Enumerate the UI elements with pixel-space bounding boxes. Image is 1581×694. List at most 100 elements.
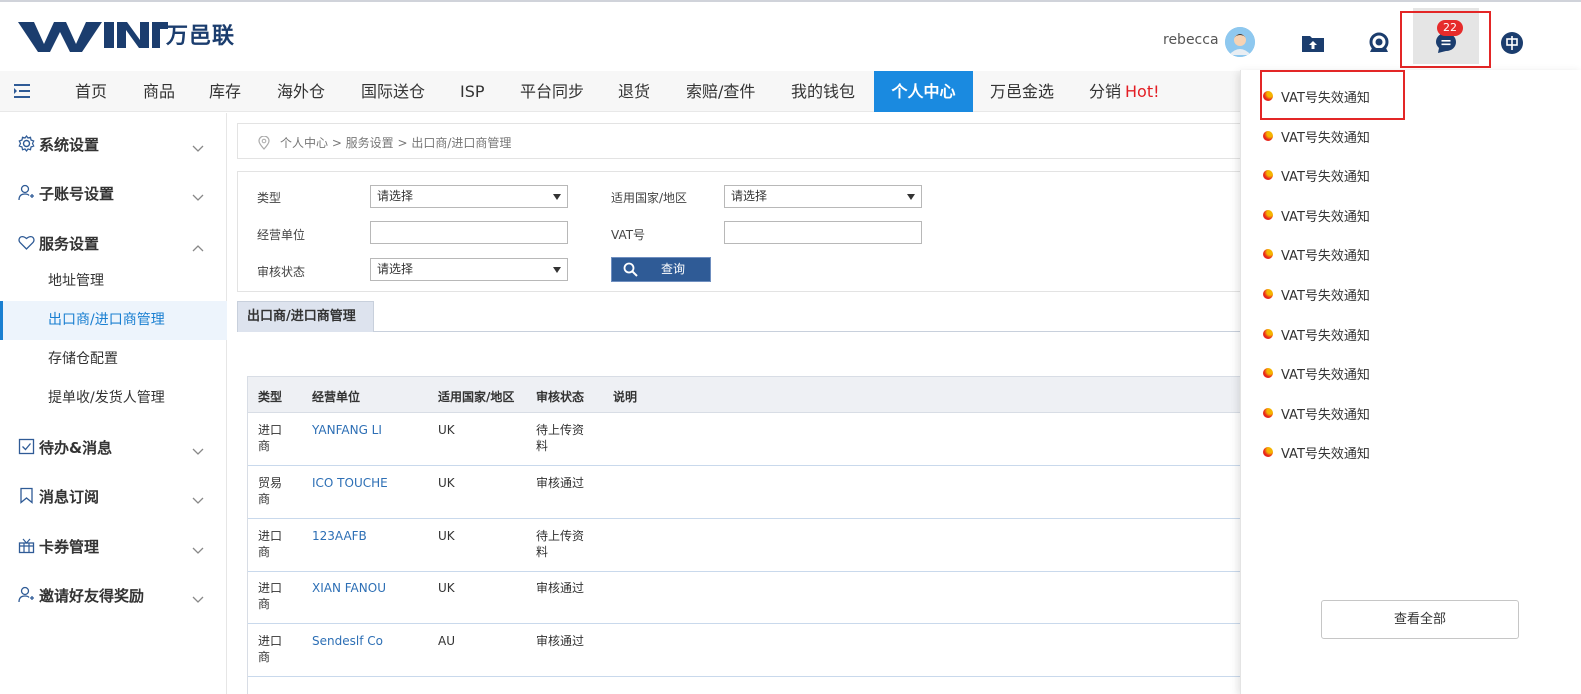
status-label: 审核状态 <box>257 265 306 279</box>
status-select[interactable]: 请选择 <box>370 258 568 281</box>
type-select-value: 请选择 <box>377 189 414 203</box>
nav-overseas-warehouse[interactable]: 海外仓 <box>277 71 325 112</box>
sidebar: 系统设置 子账号设置 服务设置 地址管理 出口商/进口商管理 存储仓配置 提单收… <box>0 113 227 694</box>
status-select-value: 请选择 <box>377 262 414 276</box>
notification-dropdown: VAT号失效通知 VAT号失效通知 VAT号失效通知 VAT号失效通知 VAT号… <box>1240 70 1581 694</box>
sidebar-item-bl-consignee[interactable]: 提单收/发货人管理 <box>0 379 227 418</box>
nav-isp[interactable]: ISP <box>460 71 485 112</box>
unread-dot-icon <box>1263 249 1273 259</box>
nav-winit-select[interactable]: 万邑金选 <box>990 71 1054 112</box>
nav-inventory[interactable]: 库存 <box>209 71 241 112</box>
view-all-button[interactable]: 查看全部 <box>1321 600 1519 639</box>
sidebar-group-subscriptions[interactable]: 消息订阅 <box>0 477 227 513</box>
vat-input[interactable] <box>724 221 922 244</box>
nav-home[interactable]: 首页 <box>75 71 107 112</box>
nav-personal-center[interactable]: 个人中心 <box>874 71 973 112</box>
notification-item[interactable]: VAT号失效通知 <box>1263 363 1413 385</box>
dropdown-arrow-icon <box>907 194 915 200</box>
chevron-down-icon <box>192 441 204 455</box>
notification-item[interactable]: VAT号失效通知 <box>1263 324 1413 346</box>
nav-products[interactable]: 商品 <box>143 71 175 112</box>
sidebar-group-system-settings[interactable]: 系统设置 <box>0 125 227 161</box>
table-row[interactable]: 进口商 YANFANG LI UK 待上传资料 <box>248 413 1248 466</box>
cell-country: AU <box>438 634 455 648</box>
checkbox-icon <box>18 438 35 455</box>
notification-item[interactable]: VAT号失效通知 <box>1263 205 1413 227</box>
table-row[interactable]: 进口商 123AAFB UK 待上传资料 <box>248 519 1248 572</box>
nav-platform-sync[interactable]: 平台同步 <box>520 71 584 112</box>
upload-folder-icon[interactable] <box>1300 30 1326 56</box>
unread-dot-icon <box>1263 408 1273 418</box>
language-toggle-icon[interactable] <box>1500 31 1526 57</box>
notification-text: VAT号失效通知 <box>1281 289 1370 304</box>
breadcrumb: 个人中心 > 服务设置 > 出口商/进口商管理 <box>237 123 1257 159</box>
nav-claims[interactable]: 索赔/查件 <box>686 71 755 112</box>
country-select[interactable]: 请选择 <box>724 185 922 208</box>
tab-exporter-importer[interactable]: 出口商/进口商管理 <box>237 301 374 332</box>
notification-item[interactable]: VAT号失效通知 <box>1263 244 1413 266</box>
column-header-country: 适用国家/地区 <box>438 390 515 404</box>
sidebar-group-todo-messages[interactable]: 待办&消息 <box>0 428 227 464</box>
sidebar-item-exporter-importer[interactable]: 出口商/进口商管理 <box>0 301 227 340</box>
table-row[interactable]: 进口商 Sendeslf Co AU 审核通过 <box>248 624 1248 677</box>
cell-country: UK <box>438 581 455 595</box>
cell-unit[interactable]: Sendeslf Co <box>312 633 383 649</box>
bookmark-icon <box>18 487 35 504</box>
country-label: 适用国家/地区 <box>611 191 688 205</box>
type-select[interactable]: 请选择 <box>370 185 568 208</box>
notification-text: VAT号失效通知 <box>1281 368 1370 383</box>
nav-distribution[interactable]: 分销 Hot! <box>1089 71 1160 112</box>
hot-tag: Hot! <box>1125 82 1160 101</box>
notification-item[interactable]: VAT号失效通知 <box>1263 403 1413 425</box>
sidebar-group-service-settings[interactable]: 服务设置 <box>0 224 227 260</box>
notification-text: VAT号失效通知 <box>1281 408 1370 423</box>
notification-item[interactable]: VAT号失效通知 <box>1263 126 1413 148</box>
notification-item[interactable]: VAT号失效通知 <box>1263 284 1413 306</box>
gear-icon <box>18 135 35 152</box>
avatar[interactable] <box>1225 27 1255 57</box>
column-header-notes: 说明 <box>613 390 638 404</box>
username[interactable]: rebecca <box>1163 32 1219 48</box>
query-button[interactable]: 查询 <box>611 257 711 282</box>
unit-input[interactable] <box>370 221 568 244</box>
dropdown-arrow-icon <box>553 194 561 200</box>
menu-toggle-icon[interactable] <box>14 83 32 99</box>
app-window: 万邑联 rebecca 22 首页 商品 库存 海外仓 国际送仓 ISP 平台同… <box>0 0 1581 694</box>
sidebar-group-invite-friends[interactable]: 邀请好友得奖励 <box>0 576 227 612</box>
sidebar-group-sub-accounts[interactable]: 子账号设置 <box>0 174 227 210</box>
table-row[interactable]: 贸易商 ICO TOUCHE UK 审核通过 <box>248 466 1248 519</box>
cell-status: 审核通过 <box>536 476 585 490</box>
nav-international-shipping[interactable]: 国际送仓 <box>361 71 425 112</box>
sidebar-item-address[interactable]: 地址管理 <box>0 262 227 301</box>
heart-icon <box>18 234 35 251</box>
cell-status: 审核通过 <box>536 634 585 648</box>
dropdown-arrow-icon <box>553 267 561 273</box>
notification-item[interactable]: VAT号失效通知 <box>1263 442 1413 464</box>
cell-unit[interactable]: 123AAFB <box>312 528 367 544</box>
table-row[interactable]: 进口商 XIAN FANOU UK 审核通过 <box>248 571 1248 624</box>
unread-dot-icon <box>1263 170 1273 180</box>
sidebar-group-label: 待办&消息 <box>39 439 113 457</box>
unread-dot-icon <box>1263 210 1273 220</box>
cell-status: 待上传资料 <box>536 423 585 453</box>
cell-type: 进口商 <box>258 581 283 611</box>
customer-service-icon[interactable] <box>1366 30 1392 56</box>
sidebar-group-label: 服务设置 <box>39 235 100 253</box>
cell-type: 进口商 <box>258 634 283 664</box>
cell-unit[interactable]: YANFANG LI <box>312 422 382 438</box>
cell-unit[interactable]: XIAN FANOU <box>312 580 386 596</box>
notification-item[interactable]: VAT号失效通知 <box>1263 165 1413 187</box>
vat-label: VAT号 <box>611 228 646 242</box>
avatar-icon <box>1225 27 1255 57</box>
sidebar-item-storage-config[interactable]: 存储仓配置 <box>0 340 227 379</box>
notification-text: VAT号失效通知 <box>1281 329 1370 344</box>
nav-wallet[interactable]: 我的钱包 <box>791 71 855 112</box>
nav-returns[interactable]: 退货 <box>618 71 650 112</box>
chevron-down-icon <box>192 490 204 504</box>
query-button-label: 查询 <box>661 262 686 276</box>
logo-text: 万邑联 <box>166 24 236 49</box>
breadcrumb-text: 个人中心 > 服务设置 > 出口商/进口商管理 <box>280 136 512 150</box>
unit-label: 经营单位 <box>257 228 306 242</box>
cell-unit[interactable]: ICO TOUCHE <box>312 475 388 491</box>
sidebar-group-coupons[interactable]: 卡券管理 <box>0 527 227 563</box>
